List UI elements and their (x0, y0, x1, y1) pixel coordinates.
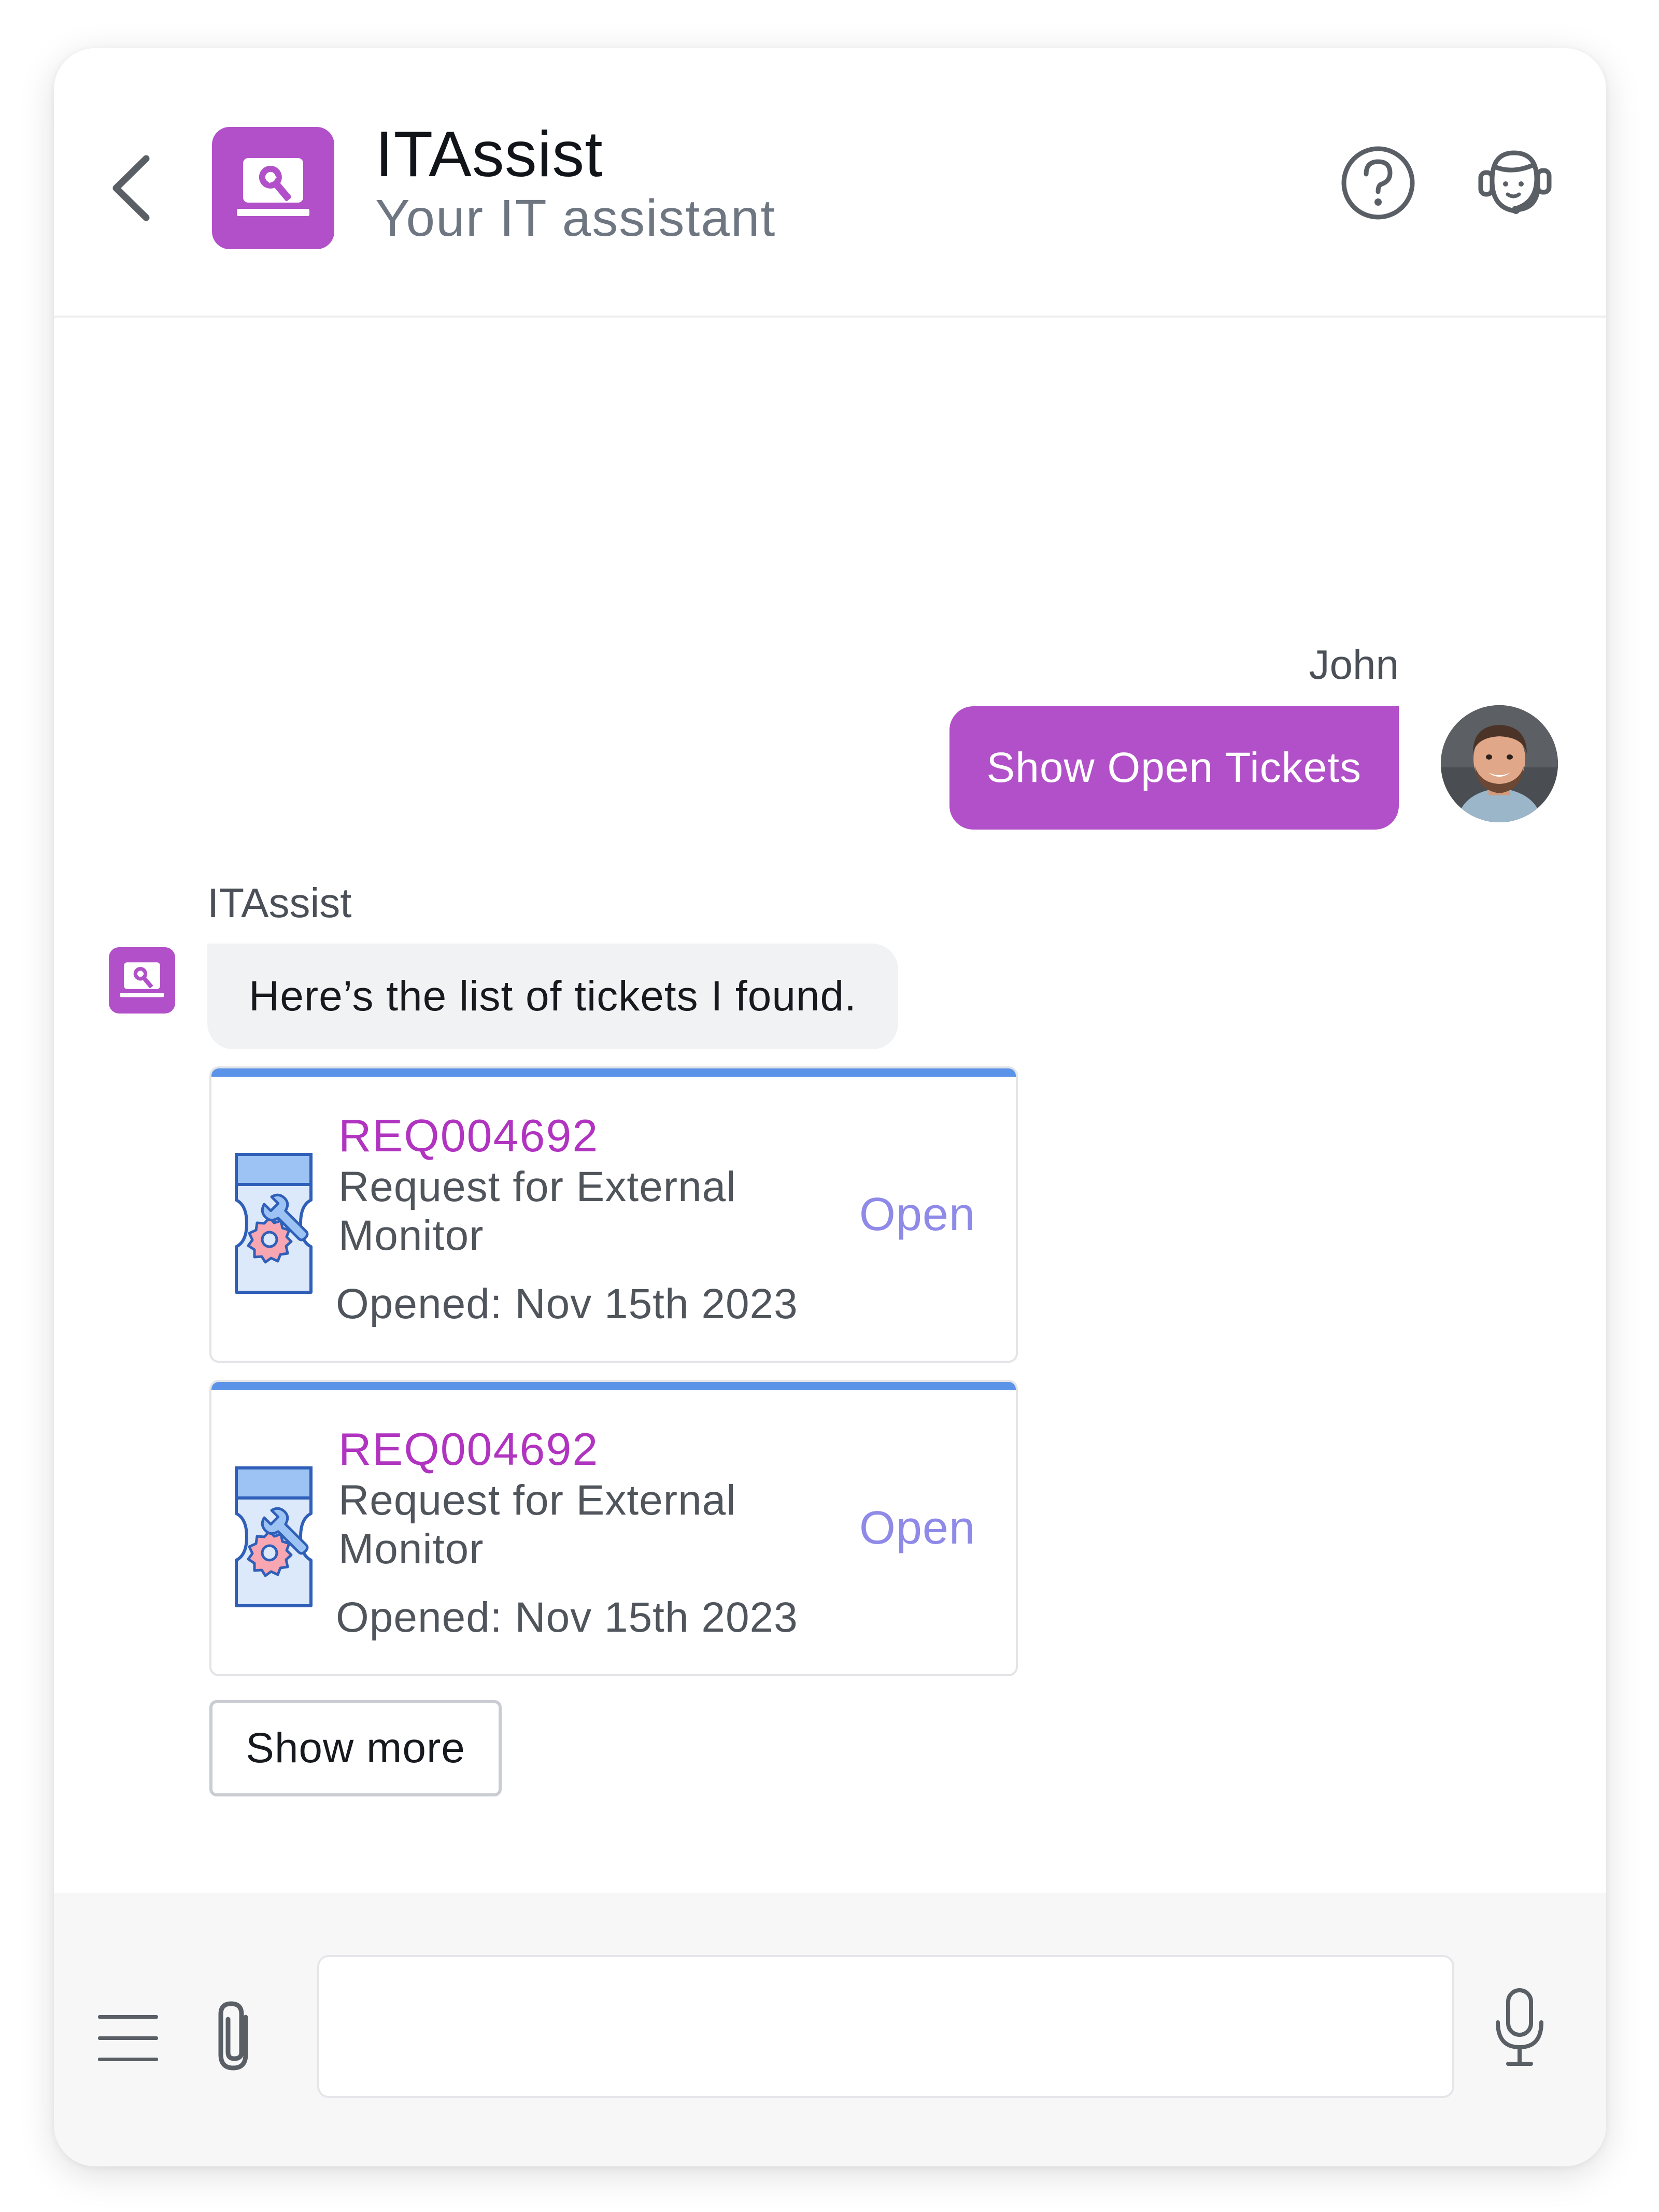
user-message-bubble: Show Open Tickets (949, 706, 1399, 830)
ticket-card[interactable]: REQ004692 Request for External Monitor O… (209, 1380, 1018, 1676)
show-more-button[interactable]: Show more (209, 1700, 502, 1796)
help-circle-icon (1341, 146, 1415, 220)
chevron-left-icon (112, 155, 150, 221)
menu-button[interactable] (98, 2012, 160, 2064)
ticket-status: Open (859, 1502, 975, 1554)
chat-header: ITAssist Your IT assistant (54, 48, 1606, 318)
user-sender-name: John (1309, 641, 1399, 688)
attach-button[interactable] (209, 1996, 261, 2074)
bot-avatar (109, 947, 175, 1014)
microphone-icon (1496, 1988, 1543, 2066)
bot-sender-name: ITAssist (207, 880, 352, 926)
user-photo-icon (1441, 705, 1558, 822)
back-button[interactable] (101, 149, 163, 227)
ticket-status: Open (859, 1189, 975, 1240)
ticket-opened-date: Opened: Nov 15th 2023 (336, 1594, 798, 1641)
microphone-button[interactable] (1488, 1986, 1551, 2069)
app-subtitle: Your IT assistant (375, 189, 776, 247)
ticket-gear-icon (235, 1153, 313, 1294)
app-title: ITAssist (375, 119, 603, 190)
chat-window: ITAssist Your IT assistant John Show Ope… (54, 48, 1606, 2166)
ticket-opened-date: Opened: Nov 15th 2023 (336, 1280, 798, 1328)
ticket-id: REQ004692 (338, 1423, 599, 1475)
agent-headset-icon (1478, 150, 1552, 214)
app-logo (212, 127, 334, 249)
help-button[interactable] (1339, 144, 1417, 222)
laptop-wrench-icon (120, 962, 164, 997)
message-composer (54, 1893, 1606, 2166)
ticket-description: Request for External Monitor (338, 1163, 736, 1259)
ticket-description: Request for External Monitor (338, 1477, 736, 1573)
ticket-id: REQ004692 (338, 1110, 599, 1161)
message-input[interactable] (317, 1955, 1454, 2098)
hamburger-menu-icon (98, 2015, 158, 2061)
laptop-wrench-icon (237, 158, 309, 216)
user-avatar (1441, 705, 1558, 822)
paperclip-icon (218, 2001, 248, 2071)
ticket-card[interactable]: REQ004692 Request for External Monitor O… (209, 1066, 1018, 1363)
ticket-gear-icon (235, 1466, 313, 1607)
live-agent-button[interactable] (1471, 141, 1554, 224)
bot-message-bubble: Here’s the list of tickets I found. (207, 944, 898, 1049)
